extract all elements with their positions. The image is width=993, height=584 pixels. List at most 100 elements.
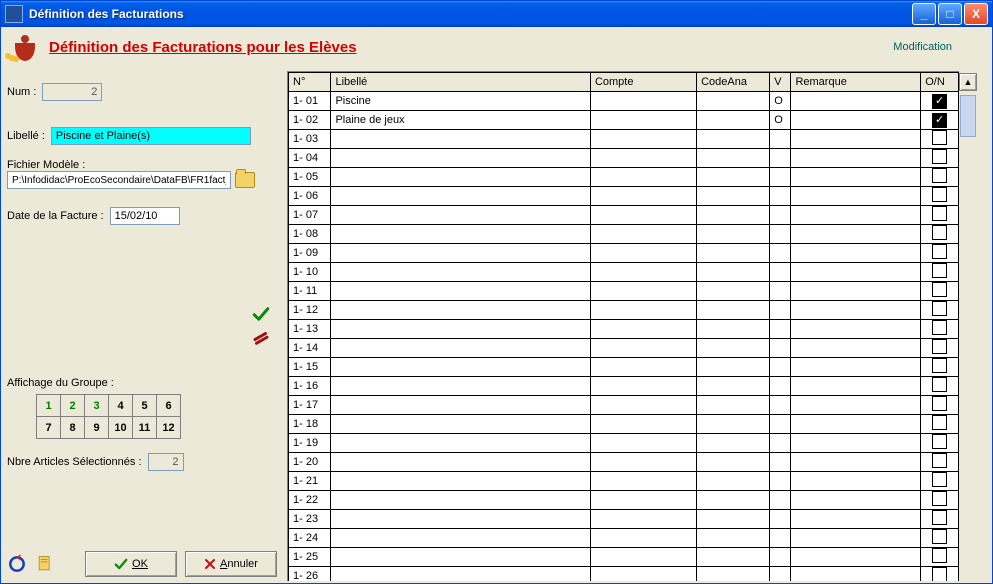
cell-remarque[interactable] xyxy=(791,377,921,396)
cell-compte[interactable] xyxy=(590,453,696,472)
cell-compte[interactable] xyxy=(590,263,696,282)
cell-libelle[interactable]: Piscine xyxy=(331,92,591,111)
cell-codeana[interactable] xyxy=(697,339,770,358)
cell-remarque[interactable] xyxy=(791,92,921,111)
cell-on[interactable] xyxy=(921,415,959,434)
table-row[interactable]: 1- 06 xyxy=(289,187,959,206)
cell-compte[interactable] xyxy=(590,206,696,225)
cell-libelle[interactable] xyxy=(331,377,591,396)
cell-compte[interactable] xyxy=(590,282,696,301)
cell-libelle[interactable] xyxy=(331,320,591,339)
cell-v[interactable] xyxy=(770,453,791,472)
cell-num[interactable]: 1- 26 xyxy=(289,567,331,582)
cell-num[interactable]: 1- 08 xyxy=(289,225,331,244)
cell-num[interactable]: 1- 23 xyxy=(289,510,331,529)
checkbox-icon[interactable] xyxy=(932,567,947,581)
cell-v[interactable] xyxy=(770,244,791,263)
cell-remarque[interactable] xyxy=(791,491,921,510)
group-cell-3[interactable]: 3 xyxy=(84,394,109,417)
table-row[interactable]: 1- 09 xyxy=(289,244,959,263)
cell-on[interactable] xyxy=(921,263,959,282)
table-row[interactable]: 1- 02Plaine de jeuxO✓ xyxy=(289,111,959,130)
table-row[interactable]: 1- 04 xyxy=(289,149,959,168)
cell-v[interactable] xyxy=(770,301,791,320)
cell-libelle[interactable] xyxy=(331,358,591,377)
checkbox-icon[interactable] xyxy=(932,358,947,373)
checkbox-icon[interactable] xyxy=(932,263,947,278)
cell-remarque[interactable] xyxy=(791,244,921,263)
cell-libelle[interactable] xyxy=(331,168,591,187)
cell-codeana[interactable] xyxy=(697,320,770,339)
cell-compte[interactable] xyxy=(590,472,696,491)
table-row[interactable]: 1- 18 xyxy=(289,415,959,434)
cell-v[interactable] xyxy=(770,263,791,282)
group-cell-8[interactable]: 8 xyxy=(60,416,85,439)
cell-on[interactable] xyxy=(921,529,959,548)
cell-compte[interactable] xyxy=(590,396,696,415)
cell-compte[interactable] xyxy=(590,415,696,434)
table-row[interactable]: 1- 05 xyxy=(289,168,959,187)
cell-compte[interactable] xyxy=(590,510,696,529)
col-v[interactable]: V xyxy=(770,73,791,92)
cell-v[interactable] xyxy=(770,206,791,225)
cell-remarque[interactable] xyxy=(791,149,921,168)
cell-codeana[interactable] xyxy=(697,434,770,453)
cell-v[interactable] xyxy=(770,377,791,396)
cell-codeana[interactable] xyxy=(697,415,770,434)
table-scroller[interactable]: N° Libellé Compte CodeAna V Remarque O/N… xyxy=(287,71,959,581)
group-cell-1[interactable]: 1 xyxy=(36,394,61,417)
date-field[interactable] xyxy=(110,207,180,225)
cell-v[interactable] xyxy=(770,510,791,529)
cell-libelle[interactable] xyxy=(331,263,591,282)
cell-v[interactable] xyxy=(770,415,791,434)
cell-num[interactable]: 1- 16 xyxy=(289,377,331,396)
cell-v[interactable] xyxy=(770,434,791,453)
table-row[interactable]: 1- 03 xyxy=(289,130,959,149)
cell-remarque[interactable] xyxy=(791,339,921,358)
cell-num[interactable]: 1- 25 xyxy=(289,548,331,567)
cell-on[interactable] xyxy=(921,396,959,415)
checkbox-icon[interactable] xyxy=(932,415,947,430)
cell-remarque[interactable] xyxy=(791,453,921,472)
cell-num[interactable]: 1- 14 xyxy=(289,339,331,358)
checkbox-icon[interactable] xyxy=(932,187,947,202)
checkbox-icon[interactable] xyxy=(932,282,947,297)
cell-num[interactable]: 1- 05 xyxy=(289,168,331,187)
col-codeana[interactable]: CodeAna xyxy=(697,73,770,92)
cell-num[interactable]: 1- 21 xyxy=(289,472,331,491)
checkbox-icon[interactable] xyxy=(932,377,947,392)
cell-remarque[interactable] xyxy=(791,187,921,206)
cell-num[interactable]: 1- 04 xyxy=(289,149,331,168)
cell-codeana[interactable] xyxy=(697,206,770,225)
checkbox-icon[interactable] xyxy=(932,434,947,449)
fichier-field[interactable] xyxy=(7,171,231,189)
cell-remarque[interactable] xyxy=(791,301,921,320)
group-cell-12[interactable]: 12 xyxy=(156,416,181,439)
table-row[interactable]: 1- 16 xyxy=(289,377,959,396)
cell-num[interactable]: 1- 01 xyxy=(289,92,331,111)
refresh-icon[interactable] xyxy=(7,554,27,574)
cell-on[interactable] xyxy=(921,510,959,529)
cell-num[interactable]: 1- 12 xyxy=(289,301,331,320)
cell-on[interactable] xyxy=(921,187,959,206)
table-row[interactable]: 1- 11 xyxy=(289,282,959,301)
cell-codeana[interactable] xyxy=(697,111,770,130)
table-row[interactable]: 1- 19 xyxy=(289,434,959,453)
checkbox-icon[interactable] xyxy=(932,529,947,544)
cell-remarque[interactable] xyxy=(791,206,921,225)
cell-compte[interactable] xyxy=(590,491,696,510)
cell-on[interactable] xyxy=(921,206,959,225)
checkbox-icon[interactable]: ✓ xyxy=(932,94,947,109)
cell-remarque[interactable] xyxy=(791,282,921,301)
cell-libelle[interactable] xyxy=(331,187,591,206)
table-row[interactable]: 1- 08 xyxy=(289,225,959,244)
scroll-up-icon[interactable]: ▲ xyxy=(959,73,977,91)
cell-on[interactable] xyxy=(921,358,959,377)
clear-icon[interactable] xyxy=(250,329,272,347)
cell-libelle[interactable] xyxy=(331,453,591,472)
group-cell-4[interactable]: 4 xyxy=(108,394,133,417)
cell-v[interactable] xyxy=(770,225,791,244)
cell-libelle[interactable] xyxy=(331,149,591,168)
libelle-field[interactable] xyxy=(51,127,251,145)
cell-libelle[interactable] xyxy=(331,225,591,244)
